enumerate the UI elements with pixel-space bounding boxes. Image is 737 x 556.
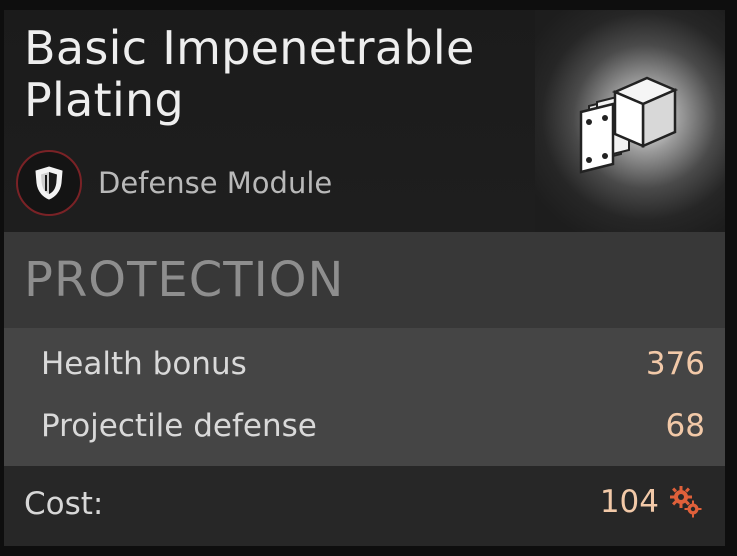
stats-list: Health bonus 376 Projectile defense 68	[4, 328, 725, 466]
cost-value: 104	[599, 484, 659, 520]
cost-row: Cost: 104	[4, 466, 725, 546]
tooltip-header: Basic Impenetrable Plating Defense Modul…	[4, 10, 725, 232]
cost-value-group: 104	[600, 484, 703, 520]
item-tooltip-card: Basic Impenetrable Plating Defense Modul…	[4, 10, 725, 546]
gears-icon	[670, 486, 702, 518]
stat-value: 68	[665, 408, 705, 444]
item-type-label: Defense Module	[98, 166, 333, 200]
item-type-row: Defense Module	[16, 148, 332, 218]
stat-row-health-bonus: Health bonus 376	[4, 334, 725, 394]
stat-label: Health bonus	[41, 346, 247, 382]
stat-label: Projectile defense	[41, 408, 317, 444]
section-title: PROTECTION	[24, 252, 345, 308]
item-type-badge	[16, 150, 82, 216]
section-header: PROTECTION	[4, 232, 725, 328]
item-title: Basic Impenetrable Plating	[24, 21, 475, 127]
stat-row-projectile-defense: Projectile defense 68	[4, 396, 725, 456]
shield-icon	[35, 166, 63, 200]
cost-label: Cost:	[24, 486, 104, 522]
item-icon-backdrop	[535, 10, 725, 232]
stat-value: 376	[645, 346, 705, 382]
armor-plating-icon	[579, 76, 679, 174]
